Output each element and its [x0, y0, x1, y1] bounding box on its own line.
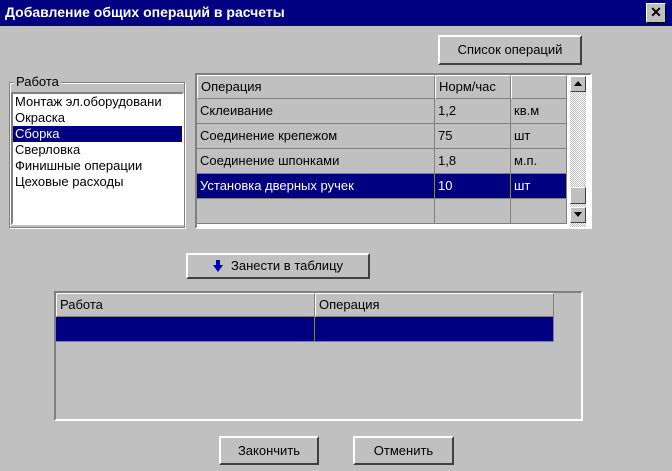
cancel-button-label: Отменить: [373, 443, 434, 458]
operations-cell: 10: [435, 174, 511, 199]
arrow-down-icon: [574, 212, 582, 217]
operations-cell: [511, 199, 567, 224]
operations-cell: Склеивание: [197, 99, 435, 124]
add-to-table-label: Занести в таблицу: [230, 258, 344, 273]
close-button[interactable]: ✕: [646, 3, 666, 23]
work-list-item[interactable]: Сверловка: [13, 142, 182, 158]
operations-scrollbar[interactable]: [570, 76, 586, 227]
work-list-item[interactable]: Сборка: [13, 126, 182, 142]
operations-column-header[interactable]: Операция: [197, 75, 435, 99]
operations-list-button-label: Список операций: [457, 42, 563, 57]
operations-cell: м.п.: [511, 149, 567, 174]
scroll-down-button[interactable]: [570, 207, 586, 223]
operations-list-button[interactable]: Список операций: [438, 35, 582, 65]
operations-column-header[interactable]: Норм/час: [435, 75, 511, 99]
arrow-up-icon: [574, 81, 582, 86]
operations-cell: Соединение крепежом: [197, 124, 435, 149]
add-to-table-button[interactable]: Занести в таблицу: [186, 253, 370, 279]
result-column-header[interactable]: Операция: [315, 293, 554, 317]
operations-grid[interactable]: Операция Норм/час Склеивание 1,2 кв.м Соедине…: [195, 73, 592, 229]
work-list-item[interactable]: Окраска: [13, 110, 182, 126]
operations-cell: 75: [435, 124, 511, 149]
work-list: Монтаж эл.оборудовани Окраска Сборка Сверло…: [13, 94, 182, 190]
finish-button[interactable]: Закончить: [219, 436, 319, 465]
operations-cell: [197, 199, 435, 224]
finish-button-label: Закончить: [237, 443, 301, 458]
operations-cell: 1,2: [435, 99, 511, 124]
operations-cell: 1,8: [435, 149, 511, 174]
title-bar: Добавление общих операций в расчеты ✕: [0, 0, 672, 26]
work-list-item[interactable]: Финишные операции: [13, 158, 182, 174]
scroll-thumb[interactable]: [570, 187, 586, 204]
result-grid-body: Работа Операция: [56, 293, 581, 419]
close-icon: ✕: [650, 4, 662, 20]
work-list-item[interactable]: Монтаж эл.оборудовани: [13, 94, 182, 110]
operations-cell: Установка дверных ручек: [197, 174, 435, 199]
work-listbox[interactable]: Монтаж эл.оборудовани Окраска Сборка Сверло…: [11, 92, 184, 225]
window-title: Добавление общих операций в расчеты: [5, 4, 285, 20]
result-cell: [56, 317, 315, 342]
result-column-header[interactable]: Работа: [56, 293, 315, 317]
operations-cell: [435, 199, 511, 224]
operations-cell: Соединение шпонками: [197, 149, 435, 174]
operations-cell: кв.м: [511, 99, 567, 124]
work-groupbox-label: Работа: [14, 74, 61, 89]
result-cell: [315, 317, 554, 342]
operations-column-header[interactable]: [511, 75, 567, 99]
result-grid[interactable]: Работа Операция: [54, 291, 583, 421]
work-list-item[interactable]: Цеховые расходы: [13, 174, 182, 190]
cancel-button[interactable]: Отменить: [353, 436, 454, 465]
operations-cell: шт: [511, 124, 567, 149]
scroll-up-button[interactable]: [570, 76, 586, 92]
operations-grid-body: Операция Норм/час Склеивание 1,2 кв.м Соедине…: [197, 75, 568, 227]
operations-cell: шт: [511, 174, 567, 199]
arrow-down-icon: [212, 260, 223, 272]
